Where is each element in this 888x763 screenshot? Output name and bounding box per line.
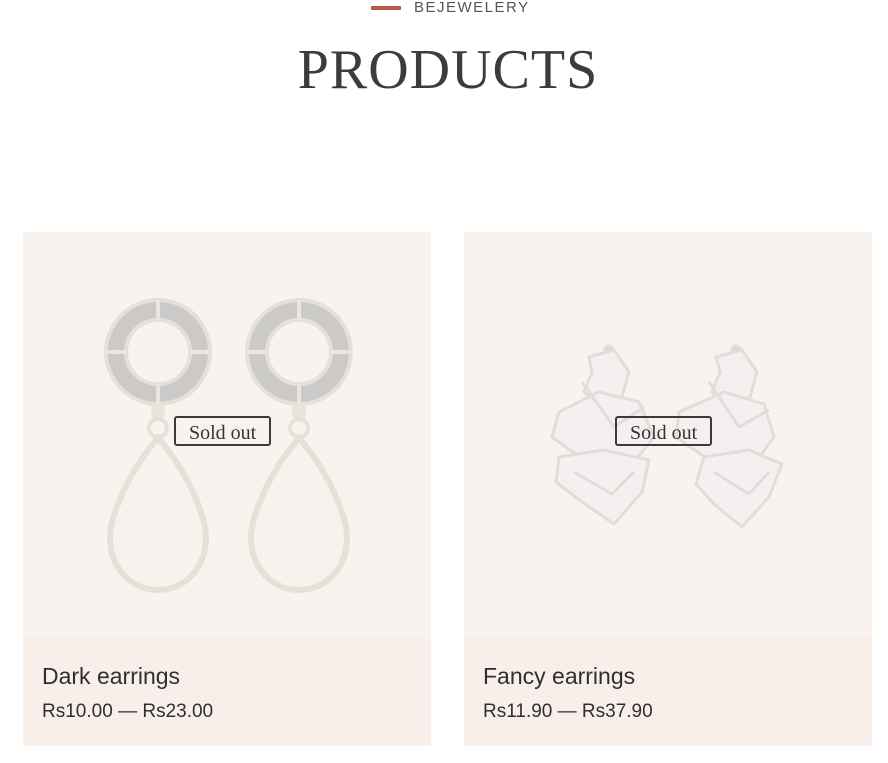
product-name-link[interactable]: Fancy earrings	[483, 662, 635, 690]
product-info: Fancy earrings Rs11.90 — Rs37.90	[464, 638, 872, 746]
sold-out-badge: Sold out	[174, 416, 272, 446]
section-eyebrow: BEJEWELERY	[371, 0, 530, 16]
products-page: BEJEWELERY PRODUCTS Sold out Dark earrin…	[0, 0, 888, 763]
eyebrow-accent-bar	[371, 6, 401, 10]
product-card-fancy-earrings[interactable]: Sold out Fancy earrings Rs11.90 — Rs37.9…	[464, 232, 872, 746]
product-card-dark-earrings[interactable]: Sold out Dark earrings Rs10.00 — Rs23.00	[23, 232, 431, 746]
product-image[interactable]: Sold out	[464, 232, 872, 638]
price-to: Rs23.00	[142, 701, 214, 722]
product-image[interactable]: Sold out	[23, 232, 431, 638]
product-info: Dark earrings Rs10.00 — Rs23.00	[23, 638, 431, 746]
price-to: Rs37.90	[581, 701, 653, 722]
price-separator: —	[118, 701, 138, 722]
eyebrow-label: BEJEWELERY	[414, 0, 530, 16]
product-name-link[interactable]: Dark earrings	[42, 662, 180, 690]
price-from: Rs10.00	[42, 701, 113, 722]
product-price-range: Rs10.00 — Rs23.00	[42, 700, 213, 724]
page-title: PRODUCTS	[297, 39, 599, 101]
price-separator: —	[557, 701, 577, 722]
sold-out-badge: Sold out	[615, 416, 713, 446]
price-from: Rs11.90	[483, 701, 553, 722]
product-price-range: Rs11.90 — Rs37.90	[483, 700, 653, 724]
